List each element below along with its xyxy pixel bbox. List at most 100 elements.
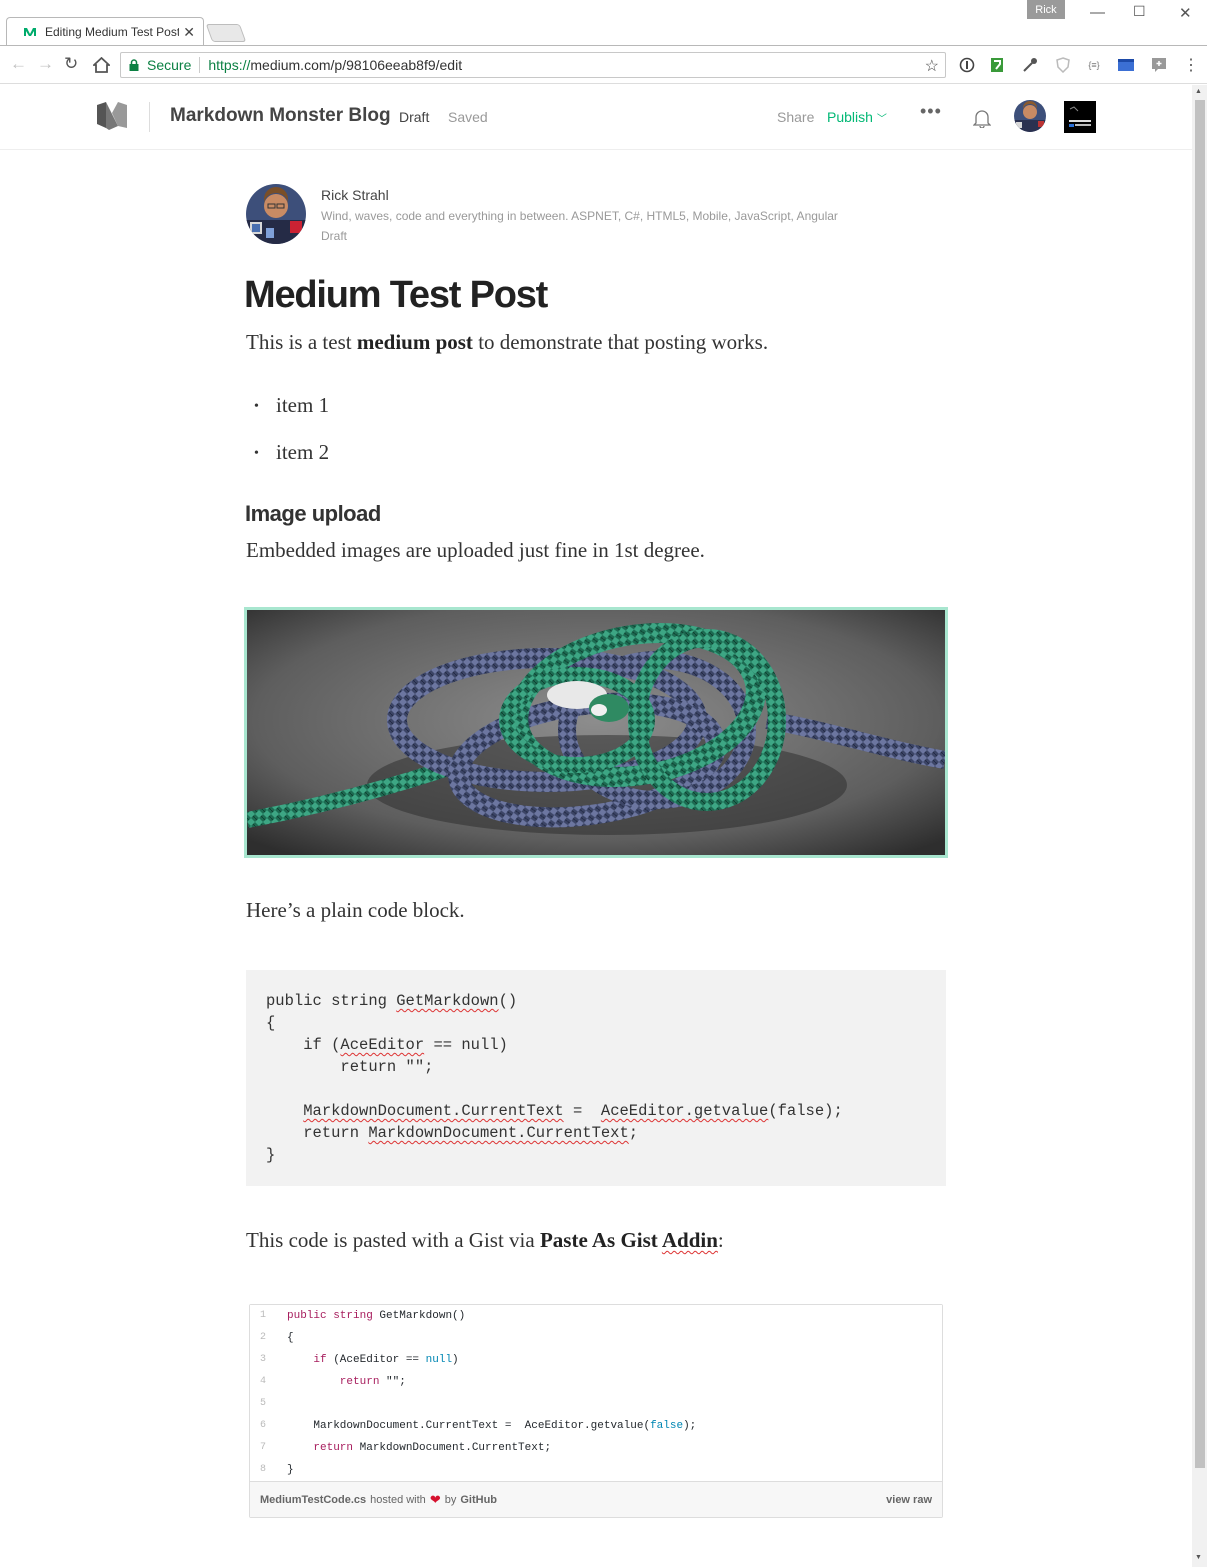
gist-line-source: return MarkdownDocument.CurrentText; xyxy=(287,1437,551,1459)
post-image[interactable] xyxy=(244,607,948,858)
maximize-icon[interactable]: ☐ xyxy=(1133,3,1146,20)
heart-icon: ❤ xyxy=(429,1491,441,1507)
medium-favicon-icon xyxy=(23,25,37,39)
list-item-text: item 2 xyxy=(276,440,330,464)
bookmark-star-icon[interactable]: ☆ xyxy=(925,56,939,76)
code-keyword: return xyxy=(287,1376,380,1388)
post-title[interactable]: Medium Test Post xyxy=(244,274,548,317)
gist-line: 2{ xyxy=(250,1327,942,1349)
author-bio: Wind, waves, code and everything in betw… xyxy=(321,209,838,223)
minimize-icon[interactable]: — xyxy=(1090,4,1105,21)
github-link[interactable]: GitHub xyxy=(460,1494,497,1506)
code-line: == null) xyxy=(424,1036,508,1054)
line-number: 8 xyxy=(260,1464,267,1475)
back-arrow-icon[interactable]: ← xyxy=(10,55,27,73)
eyedropper-extension-icon[interactable] xyxy=(1021,56,1039,74)
browser-menu-icon[interactable]: ⋮ xyxy=(1182,56,1200,74)
code-text: GetMarkdown() xyxy=(372,1310,466,1322)
gist-filename-link[interactable]: MediumTestCode.cs xyxy=(260,1494,366,1506)
page-scrollbar-thumb[interactable] xyxy=(1195,100,1205,1468)
gist-hosted-text: hosted with xyxy=(370,1493,426,1506)
new-tab-button[interactable] xyxy=(205,24,247,42)
code-line: () xyxy=(498,992,518,1010)
reload-icon[interactable]: ↻ xyxy=(64,55,78,73)
section-heading[interactable]: Image upload xyxy=(245,501,381,527)
address-separator xyxy=(199,57,201,73)
comment-extension-icon[interactable] xyxy=(1150,56,1168,74)
medium-logo-icon[interactable] xyxy=(96,102,128,130)
bell-icon[interactable] xyxy=(973,108,991,128)
user-avatar[interactable] xyxy=(1014,100,1046,132)
tab-close-icon[interactable]: ✕ xyxy=(183,24,195,41)
intro-paragraph[interactable]: This is a test medium post to demonstrat… xyxy=(246,330,768,355)
post-status: Draft xyxy=(321,229,348,243)
scroll-up-arrow-icon[interactable]: ▲ xyxy=(1195,88,1202,95)
code-token-misspelled: AceEditor.getvalue xyxy=(600,1102,769,1120)
secure-label: Secure xyxy=(147,57,192,73)
gist-line-source: { xyxy=(287,1332,294,1344)
view-raw-link[interactable]: view raw xyxy=(886,1494,932,1506)
home-icon[interactable] xyxy=(93,57,110,73)
gist-line: 8} xyxy=(250,1459,942,1481)
publish-label: Publish xyxy=(827,109,873,125)
gist-embed[interactable]: 1 public string GetMarkdown() 2{ 3 if (Ac… xyxy=(249,1304,943,1518)
list-item[interactable]: • item 1 xyxy=(254,393,329,418)
json-extension-icon[interactable]: {≡} xyxy=(1085,56,1103,74)
code-line: } xyxy=(266,1146,276,1164)
code-literal: null xyxy=(425,1354,453,1366)
code-line: (false); xyxy=(768,1102,843,1120)
window-extension-icon[interactable] xyxy=(1117,56,1135,74)
intro-text-start: This is a test xyxy=(246,330,357,354)
publication-name[interactable]: Markdown Monster Blog xyxy=(170,105,391,127)
address-bar[interactable]: Secure https://medium.com/p/98106eeab8f9… xyxy=(120,52,946,78)
forward-arrow-icon[interactable]: → xyxy=(37,55,54,73)
code-keyword: return xyxy=(287,1442,354,1454)
code-text: ) xyxy=(452,1354,459,1366)
bullet-icon: • xyxy=(254,446,259,462)
publication-avatar[interactable] xyxy=(1064,101,1096,133)
gist-line-source: MarkdownDocument.CurrentText = AceEditor… xyxy=(287,1415,696,1437)
info-extension-icon[interactable] xyxy=(958,56,976,74)
code-intro-paragraph[interactable]: Here’s a plain code block. xyxy=(246,898,465,923)
code-keyword: if xyxy=(287,1354,327,1366)
code-token-misspelled: GetMarkdown xyxy=(396,992,499,1010)
author-name[interactable]: Rick Strahl xyxy=(321,187,389,203)
line-number: 2 xyxy=(260,1332,267,1343)
more-options-button[interactable]: ••• xyxy=(920,101,942,122)
share-button[interactable]: Share xyxy=(777,109,814,125)
addin-name-misspelled: Addin xyxy=(661,1228,718,1252)
browser-tab-active[interactable]: Editing Medium Test Post ✕ xyxy=(6,17,204,46)
publish-button[interactable]: Publish ﹀ xyxy=(827,109,887,125)
browser-tabstrip: Editing Medium Test Post ✕ Rick — ☐ ✕ xyxy=(0,0,1207,46)
author-avatar[interactable] xyxy=(246,184,306,244)
gist-line: 5 xyxy=(250,1393,942,1415)
gist-by-text: by xyxy=(444,1493,457,1506)
code-block[interactable]: public string GetMarkdown() { if (AceEdi… xyxy=(246,970,946,1186)
gist-intro-bold: Paste As Gist Addin xyxy=(540,1228,718,1252)
code-text: (AceEditor == xyxy=(326,1354,426,1366)
gist-line-source: } xyxy=(287,1464,294,1476)
code-keyword: public string xyxy=(287,1310,373,1322)
code-line: public string xyxy=(266,992,397,1010)
code-text: ""; xyxy=(379,1376,406,1388)
image-paragraph[interactable]: Embedded images are uploaded just fine i… xyxy=(246,538,705,563)
evernote-extension-icon[interactable] xyxy=(988,56,1006,74)
code-line: = xyxy=(563,1102,601,1120)
code-block-content: public string GetMarkdown() { if (AceEdi… xyxy=(266,990,926,1166)
gist-intro-paragraph[interactable]: This code is pasted with a Gist via Past… xyxy=(246,1228,724,1253)
url-path: medium.com/p/98106eeab8f9/edit xyxy=(250,57,463,73)
profile-chip[interactable]: Rick xyxy=(1027,0,1065,19)
scroll-down-arrow-icon[interactable]: ▼ xyxy=(1195,1554,1202,1561)
window-close-icon[interactable]: ✕ xyxy=(1179,4,1192,22)
gist-line: 7 return MarkdownDocument.CurrentText; xyxy=(250,1437,942,1459)
saved-status: Saved xyxy=(448,109,488,125)
list-item-text: item 1 xyxy=(276,393,330,417)
code-text: ); xyxy=(683,1420,697,1432)
intro-bold: medium post xyxy=(356,330,473,354)
url-protocol: https:// xyxy=(208,57,251,73)
draft-status: Draft xyxy=(399,109,430,125)
list-item[interactable]: • item 2 xyxy=(254,440,329,465)
shield-extension-icon[interactable] xyxy=(1054,56,1072,74)
bullet-icon: • xyxy=(254,399,259,415)
